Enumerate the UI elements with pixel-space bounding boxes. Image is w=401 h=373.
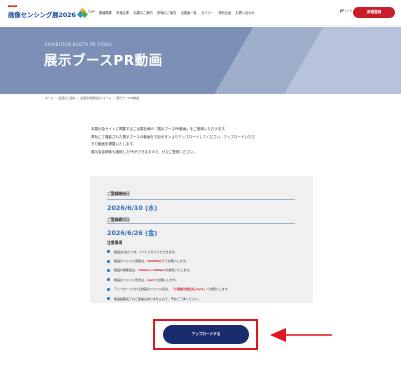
nav-item-exhibitors[interactable]: 出展者一覧 xyxy=(181,10,197,15)
bullet-icon xyxy=(107,297,110,301)
breadcrumb-separator: › xyxy=(55,96,57,100)
note-text: 動画のファイル形式は、 xyxy=(114,277,148,282)
bullet-icon xyxy=(107,259,110,263)
bullet-icon xyxy=(107,278,110,282)
list-item: 動画は1社につき、1つとさせていただきます。 xyxy=(107,247,230,256)
breadcrumb-item[interactable]: 出展のご案内 xyxy=(58,96,75,100)
notes-label: 注意事項 xyxy=(107,240,123,245)
list-item: 動画の解像度は、 1920px×1080px を推奨いたします。 xyxy=(107,266,230,275)
hero-subtitle: EXHIBITION BOOTH PR VIDEO xyxy=(45,42,112,47)
page-title: 展示ブースPR動画 xyxy=(44,53,163,69)
intro-line: 展示会会期後も継続したPRができますので、ぜひご登録ください。 xyxy=(91,149,197,154)
note-text: アップロードされる動画のファイル名は、 xyxy=(114,287,172,292)
breadcrumb-separator: › xyxy=(77,96,79,100)
end-date: 2026/6/26 (金) xyxy=(107,229,158,237)
logo-year: 2026 xyxy=(58,11,76,19)
note-highlight: 100MB以下 xyxy=(147,259,165,264)
arrow-left-icon xyxy=(270,328,332,342)
note-highlight: mp4 xyxy=(147,277,155,282)
intro-text: 本展示会サイトに掲載するご出展社様の「展示ブースPR動画」をご登録いただけます。… xyxy=(91,126,331,156)
list-item: 動画のファイル形式は、 mp4 でお願いします。 xyxy=(107,275,230,284)
breadcrumb-current: 展示ブースPR動画 xyxy=(116,96,140,100)
nav-item-overview[interactable]: 開催概要 xyxy=(99,10,112,15)
nav-item-seminar[interactable]: セミナー xyxy=(201,10,214,15)
upload-button[interactable]: アップロードする xyxy=(163,325,249,344)
registration-info-box: ご登録開始日 2026/6/10 (水) ご登録締切日 2026/6/26 (金… xyxy=(90,176,313,303)
note-text: でお願いします。 xyxy=(164,259,189,264)
breadcrumb: ホーム › 出展のご案内 › 出展者専用提出フォーム › 展示ブースPR動画 xyxy=(45,96,139,100)
intro-line: きた動画を掲載いたします。 xyxy=(91,142,137,147)
note-text: 動画は1社につき、1つとさせていただきます。 xyxy=(114,249,178,254)
logo-name: 画像センシング展 xyxy=(8,11,59,19)
site-header: MEDIA 画像センシング展2026 TOP 開催概要 来場企業 出展のご案内 … xyxy=(0,0,401,26)
nav-item-top[interactable]: TOP xyxy=(88,10,94,15)
main-nav: TOP 開催概要 来場企業 出展のご案内 来場のご案内 出展者一覧 セミナー 特… xyxy=(88,10,255,15)
list-item: アップロードされる動画のファイル名は、 「小間番号貴社名.mp4」 でお願いします。 xyxy=(107,285,230,294)
nav-item-exhibit-info[interactable]: 出展のご案内 xyxy=(133,10,152,15)
nav-item-companies[interactable]: 来場企業 xyxy=(116,10,129,15)
divider xyxy=(107,223,295,224)
note-highlight: 「小間番号貴社名.mp4」 xyxy=(171,287,207,292)
breadcrumb-separator: › xyxy=(113,96,115,100)
bullet-icon xyxy=(107,287,110,291)
intro-line: 本展示会サイトに掲載するご出展社様の「展示ブースPR動画」をご登録いただけます。 xyxy=(91,127,229,131)
intro-line: 弊社にて撮影された展示ブースの動画を下記ボタンよりアップロードしてください。アッ… xyxy=(91,134,256,139)
divider xyxy=(107,199,295,200)
note-text: 動画掲載完了のご連絡はありませんので、予めご了承ください。 xyxy=(114,296,201,301)
nav-item-special[interactable]: 特別企画 xyxy=(218,10,231,15)
breadcrumb-item[interactable]: 出展者専用提出フォーム xyxy=(80,96,111,100)
note-text: でお願いします。 xyxy=(154,277,179,282)
start-date-label: ご登録開始日 xyxy=(107,191,130,196)
logo-diamond-icon xyxy=(76,7,88,19)
register-button[interactable]: 来場登録 xyxy=(353,7,395,18)
nav-item-contact[interactable]: お問い合わせ xyxy=(236,10,255,15)
breadcrumb-home[interactable]: ホーム xyxy=(45,96,53,100)
lang-en[interactable]: EN xyxy=(347,9,352,13)
nav-item-visit-info[interactable]: 来場のご案内 xyxy=(157,10,176,15)
hero-banner: EXHIBITION BOOTH PR VIDEO 展示ブースPR動画 xyxy=(0,27,401,94)
logo-tag: MEDIA xyxy=(8,5,17,7)
logo-text: 画像センシング展2026 xyxy=(8,9,76,19)
site-logo[interactable]: MEDIA 画像センシング展2026 xyxy=(8,5,88,19)
note-text: を推奨いたします。 xyxy=(165,268,193,273)
start-date: 2026/6/10 (水) xyxy=(107,204,158,212)
note-text: 動画のファイル容量は、 xyxy=(114,259,148,264)
lang-jp[interactable]: JP xyxy=(340,9,344,13)
bullet-icon xyxy=(107,268,110,272)
language-switch[interactable]: JP | EN xyxy=(340,9,352,13)
note-text: 動画の解像度は、 xyxy=(114,268,139,273)
note-highlight: 1920px×1080px xyxy=(138,268,166,273)
list-item: 動画のファイル容量は、 100MB以下 でお願いします。 xyxy=(107,256,230,265)
notes-list: 動画は1社につき、1つとさせていただきます。 動画のファイル容量は、 100MB以… xyxy=(107,247,230,303)
note-text: でお願いします。 xyxy=(206,287,231,292)
list-item: 動画掲載完了のご連絡はありませんので、予めご了承ください。 xyxy=(107,294,230,303)
bullet-icon xyxy=(107,250,110,254)
